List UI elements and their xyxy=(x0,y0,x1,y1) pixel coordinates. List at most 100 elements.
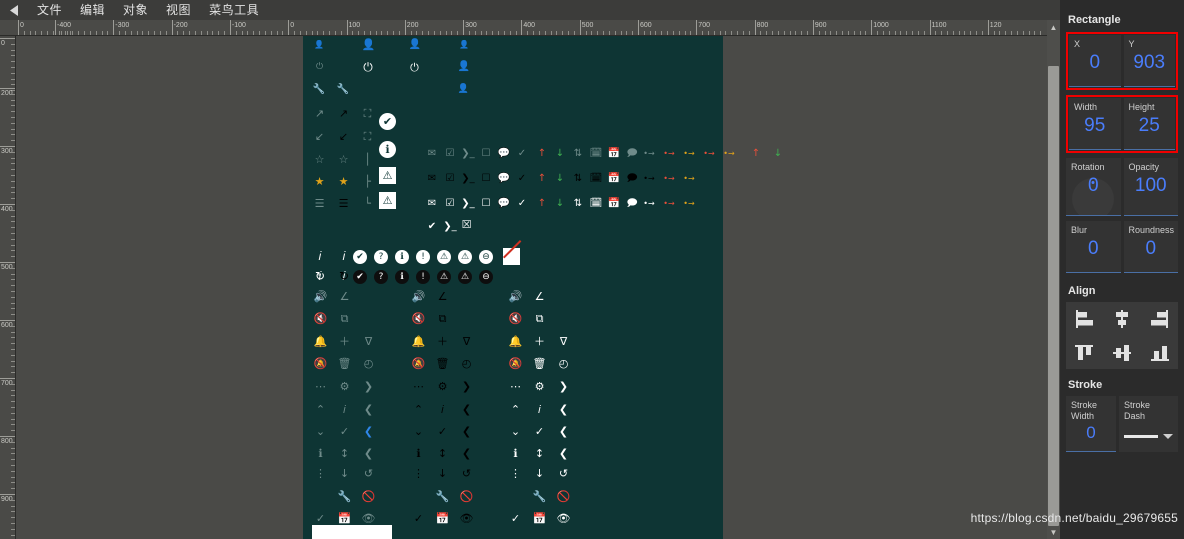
matrix-icon[interactable]: ⌃ xyxy=(313,404,328,415)
person-icon[interactable]: 👤 xyxy=(457,85,470,94)
matrix-icon[interactable]: ❮ xyxy=(459,448,474,459)
arrow-icon[interactable]: ⇅ xyxy=(571,174,585,184)
dot-arrow-icon[interactable]: •→ xyxy=(663,200,675,208)
arrow-icon[interactable]: ↓ xyxy=(553,149,567,159)
glyph-icon[interactable]: ✉ xyxy=(425,149,439,159)
matrix-icon[interactable]: ∇ xyxy=(556,336,571,347)
dot-arrow-icon[interactable]: •→ xyxy=(663,150,675,158)
scroll-up-arrow-icon[interactable]: ▲ xyxy=(1047,20,1060,34)
matrix-icon[interactable]: ✓ xyxy=(435,426,450,437)
canvas-icon[interactable]: ☰ xyxy=(312,198,327,209)
blur-field[interactable]: Blur 0 xyxy=(1066,221,1121,273)
align-left-button[interactable] xyxy=(1066,302,1103,335)
glyph-icon[interactable]: ☑ xyxy=(443,174,457,184)
status-circle-icon[interactable]: ℹ xyxy=(395,250,409,264)
matrix-icon[interactable]: 🔇 xyxy=(508,313,523,324)
matrix-icon[interactable]: ❮ xyxy=(361,404,376,415)
status-circle-icon[interactable]: ! xyxy=(416,270,430,284)
arrow-icon[interactable]: 🗓 xyxy=(589,199,603,209)
matrix-icon[interactable]: ❯ xyxy=(361,381,376,392)
matrix-icon[interactable]: 🚫 xyxy=(556,491,571,502)
matrix-icon[interactable]: ⌄ xyxy=(313,426,328,437)
matrix-icon[interactable]: 𝑖 xyxy=(337,404,352,415)
matrix-icon[interactable]: ℹ xyxy=(411,448,426,459)
canvas-icon[interactable]: ☆ xyxy=(336,154,351,165)
matrix-icon[interactable]: 📅 xyxy=(532,513,547,524)
matrix-icon[interactable]: ⧉ xyxy=(337,313,352,324)
matrix-icon[interactable]: ⋮ xyxy=(313,468,328,479)
canvas-icon[interactable]: ⛶ xyxy=(360,131,375,142)
stroke-dash-select[interactable] xyxy=(1124,434,1173,439)
matrix-icon[interactable]: 🗑 xyxy=(532,358,547,369)
opacity-field[interactable]: Opacity 100 xyxy=(1123,158,1178,216)
wrench-icon[interactable]: 🔧 xyxy=(336,85,350,95)
canvas-icon[interactable]: ☆ xyxy=(312,154,327,165)
matrix-icon[interactable]: ⌄ xyxy=(508,426,523,437)
person-icon[interactable]: 👤 xyxy=(408,40,422,50)
glyph-icon[interactable]: ❯_ xyxy=(461,149,475,159)
status-circle-icon[interactable]: ? xyxy=(374,270,388,284)
glyph-icon[interactable]: ✓ xyxy=(515,199,529,209)
glyph-icon[interactable]: ☐ xyxy=(479,174,493,184)
canvas-icon[interactable]: ☰ xyxy=(336,198,351,209)
matrix-icon[interactable]: ✓ xyxy=(508,513,523,524)
glyph-icon[interactable]: 💬 xyxy=(497,199,511,209)
glyph-icon[interactable]: ☐ xyxy=(479,149,493,159)
matrix-icon[interactable]: ❮ xyxy=(459,404,474,415)
menu-object[interactable]: 对象 xyxy=(114,0,157,20)
matrix-icon[interactable]: 👁 xyxy=(361,513,376,524)
matrix-icon[interactable]: ℹ xyxy=(508,448,523,459)
arrow-icon[interactable]: 📅 xyxy=(607,199,621,209)
glyph-icon[interactable]: ☐ xyxy=(479,199,493,209)
artboard[interactable]: 👤 👤 👤 👤 ⏻ ⏻ ⏻ 👤 🔧 🔧 👤 ↗ ↗ ⛶ ↙ ↙ ⛶ ☆ ☆ │ ★ ★ ├ ☰ ☰ └ ✔ ℹ ⚠ ⚠ ✉ ☑ ❯_ ☐ 💬 ✓ ↑ ↓ ⇅… xyxy=(303,36,782,539)
dot-arrow-icon[interactable]: •→ xyxy=(683,175,695,183)
arrow-up-icon[interactable]: ↑ xyxy=(749,149,763,159)
chat-close-icon[interactable]: ☒ xyxy=(459,219,474,230)
matrix-icon[interactable]: 🔊 xyxy=(313,291,328,302)
glyph-icon[interactable]: ☑ xyxy=(443,199,457,209)
glyph-icon[interactable]: ☑ xyxy=(443,149,457,159)
matrix-icon[interactable]: ⋯ xyxy=(313,381,328,392)
wrench-icon[interactable]: 🔧 xyxy=(312,85,326,95)
matrix-icon[interactable]: 🚫 xyxy=(361,491,376,502)
matrix-icon[interactable]: ❮ xyxy=(361,426,376,437)
matrix-icon[interactable]: 🗑 xyxy=(435,358,450,369)
matrix-icon[interactable]: 📅 xyxy=(337,513,352,524)
arrow-icon[interactable]: 🗓 xyxy=(589,174,603,184)
matrix-icon[interactable]: ❮ xyxy=(459,426,474,437)
matrix-icon[interactable]: ⋮ xyxy=(508,468,523,479)
status-circle-icon[interactable]: ✔ xyxy=(353,250,367,264)
rectangle-shape[interactable] xyxy=(312,525,392,539)
canvas-icon[interactable]: ★ xyxy=(312,176,327,187)
matrix-icon[interactable]: ✓ xyxy=(532,426,547,437)
matrix-icon[interactable]: 🔔 xyxy=(508,336,523,347)
matrix-icon[interactable]: 👁 xyxy=(556,513,571,524)
y-field[interactable]: Y 903 xyxy=(1123,35,1175,87)
align-middle-vertical-button[interactable] xyxy=(1103,336,1141,369)
warning-triangle-icon[interactable]: ⚠ xyxy=(379,167,396,184)
canvas-icon[interactable]: ↗ xyxy=(336,108,351,119)
refresh-icon[interactable]: ↻ xyxy=(312,270,328,282)
menu-file[interactable]: 文件 xyxy=(28,0,71,20)
matrix-icon[interactable]: 🔔 xyxy=(411,336,426,347)
menu-edit[interactable]: 编辑 xyxy=(71,0,114,20)
status-circle-icon[interactable]: ⚠ xyxy=(458,270,472,284)
vertical-ruler[interactable]: 0 200 300 400 500 600 700 800 900 xyxy=(0,36,16,539)
matrix-icon[interactable]: 🗑 xyxy=(337,358,352,369)
matrix-icon[interactable]: ❮ xyxy=(556,404,571,415)
matrix-icon[interactable]: 📅 xyxy=(435,513,450,524)
canvas-icon[interactable]: ⛶ xyxy=(360,108,375,119)
scrollbar-thumb[interactable] xyxy=(1048,66,1059,526)
matrix-icon[interactable]: ↕ xyxy=(337,448,352,459)
matrix-icon[interactable]: ↓ xyxy=(532,468,547,479)
matrix-icon[interactable]: 🔊 xyxy=(411,291,426,302)
matrix-icon[interactable]: 🔕 xyxy=(508,358,523,369)
matrix-icon[interactable]: ⋯ xyxy=(411,381,426,392)
glyph-icon[interactable]: ✉ xyxy=(425,199,439,209)
matrix-icon[interactable]: ✓ xyxy=(411,513,426,524)
arrow-icon[interactable]: 🗓 xyxy=(589,149,603,159)
status-circle-icon[interactable]: ⊖ xyxy=(479,270,493,284)
italic-i-icon[interactable]: 𝑖 xyxy=(312,250,328,262)
refresh-icon[interactable]: ↻ xyxy=(336,270,352,282)
matrix-icon[interactable]: ⧉ xyxy=(532,313,547,324)
